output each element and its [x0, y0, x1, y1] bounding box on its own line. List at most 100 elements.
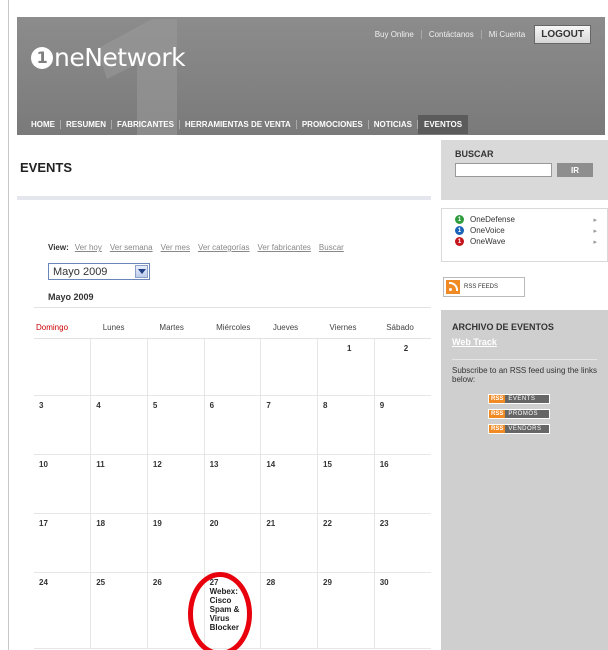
- top-links: Buy Online Contáctanos Mi Cuenta LOGOUT: [368, 25, 591, 44]
- nav-eventos[interactable]: EVENTOS: [417, 114, 469, 134]
- rss-feeds-label: RSS FEEDS: [464, 284, 499, 290]
- calendar-day[interactable]: 7: [260, 395, 319, 455]
- site-header: 1 neNetwork Buy Online Contáctanos Mi Cu…: [17, 17, 605, 135]
- subscribe-text: Subscribe to an RSS feed using the links…: [452, 366, 597, 384]
- view-bar: View: Ver hoy Ver semana Ver mes Ver cat…: [48, 243, 352, 252]
- sidebar: BUSCAR IR 1 OneDefense ▸ 1 OneVoice ▸ 1 …: [441, 140, 608, 650]
- product-onewave[interactable]: 1 OneWave ▸: [442, 236, 607, 247]
- calendar-day[interactable]: 1: [317, 338, 375, 396]
- nav-herramientas[interactable]: HERRAMIENTAS DE VENTA: [180, 119, 297, 129]
- search-link[interactable]: Buscar: [319, 243, 344, 252]
- product-name: OneWave: [470, 237, 506, 246]
- page: 1 neNetwork Buy Online Contáctanos Mi Cu…: [0, 0, 608, 650]
- nav-resumen[interactable]: RESUMEN: [61, 119, 113, 129]
- nav-home[interactable]: HOME: [31, 119, 61, 129]
- calendar-day[interactable]: 25: [90, 572, 148, 649]
- view-today-link[interactable]: Ver hoy: [75, 243, 102, 252]
- calendar-week: 10 11 12 13 14 15 16: [34, 454, 431, 514]
- archive-divider: [452, 359, 597, 360]
- main-nav: HOME RESUMEN FABRICANTES HERRAMIENTAS DE…: [17, 113, 605, 135]
- left-border: [8, 0, 9, 650]
- month-select[interactable]: Mayo 2009: [48, 263, 150, 280]
- rss-vendors-feed[interactable]: RSS VENDORS: [488, 424, 550, 434]
- calendar-day[interactable]: 16: [374, 454, 431, 514]
- rss-feeds-button[interactable]: RSS FEEDS: [443, 277, 525, 297]
- rss-badge: RSS: [489, 395, 506, 403]
- calendar-day[interactable]: 30: [374, 572, 431, 649]
- weekday-sunday: Domingo: [34, 318, 91, 339]
- view-week-link[interactable]: Ver semana: [110, 243, 153, 252]
- view-vendors-link[interactable]: Ver fabricantes: [258, 243, 311, 252]
- calendar-day[interactable]: 20: [204, 513, 262, 573]
- calendar-day-event[interactable]: 27 Webex: Cisco Spam & Virus Blocker: [204, 572, 262, 649]
- feed-label: EVENTS: [508, 396, 536, 402]
- rss-badge: RSS: [489, 425, 506, 433]
- search-label: BUSCAR: [455, 149, 494, 159]
- calendar-grid: Domingo Lunes Martes Miércoles Jueves Vi…: [34, 318, 431, 649]
- archive-title: ARCHIVO DE EVENTOS: [452, 322, 554, 332]
- calendar-week: 24 25 26 27 Webex: Cisco Spam & Virus Bl…: [34, 572, 431, 649]
- calendar-day[interactable]: 8: [317, 395, 375, 455]
- nav-promociones[interactable]: PROMOCIONES: [297, 119, 369, 129]
- calendar-week: 1 2: [34, 338, 431, 396]
- calendar-day[interactable]: 21: [260, 513, 319, 573]
- month-divider: [34, 307, 431, 308]
- product-onevoice[interactable]: 1 OneVoice ▸: [442, 225, 607, 236]
- calendar-day[interactable]: 18: [90, 513, 148, 573]
- view-month-link[interactable]: Ver mes: [161, 243, 190, 252]
- calendar-day[interactable]: 29: [317, 572, 375, 649]
- calendar-day[interactable]: 22: [317, 513, 375, 573]
- calendar-day[interactable]: 10: [34, 454, 92, 514]
- rss-events-feed[interactable]: RSS EVENTS: [488, 394, 550, 404]
- calendar-day[interactable]: 2: [374, 338, 431, 396]
- calendar-day: [34, 338, 92, 396]
- rss-promos-feed[interactable]: RSS PROMOS: [488, 409, 550, 419]
- rss-icon: [446, 280, 460, 294]
- view-categories-link[interactable]: Ver categorías: [198, 243, 250, 252]
- calendar-day[interactable]: 9: [374, 395, 431, 455]
- calendar-day[interactable]: 13: [204, 454, 262, 514]
- product-list: 1 OneDefense ▸ 1 OneVoice ▸ 1 OneWave ▸: [441, 208, 608, 262]
- logo-one-icon: 1: [31, 46, 53, 69]
- calendar-day[interactable]: 4: [90, 395, 148, 455]
- chevron-down-icon[interactable]: [135, 265, 148, 278]
- calendar-day[interactable]: 15: [317, 454, 375, 514]
- event-archive-panel: ARCHIVO DE EVENTOS Web Track Subscribe t…: [441, 310, 608, 650]
- rss-badge: RSS: [489, 410, 506, 418]
- onenetwork-logo[interactable]: 1 neNetwork: [31, 43, 186, 72]
- nav-fabricantes[interactable]: FABRICANTES: [112, 119, 180, 129]
- logout-button[interactable]: LOGOUT: [534, 25, 591, 44]
- calendar-day[interactable]: 6: [204, 395, 262, 455]
- search-input[interactable]: [455, 163, 552, 177]
- calendar-day[interactable]: 5: [147, 395, 205, 455]
- product-onedefense[interactable]: 1 OneDefense ▸: [442, 214, 607, 225]
- calendar-day[interactable]: 12: [147, 454, 205, 514]
- weekday-wednesday: Miércoles: [204, 318, 261, 339]
- view-label: View:: [48, 243, 69, 252]
- product-name: OneDefense: [470, 215, 515, 224]
- weekday-tuesday: Martes: [147, 318, 205, 339]
- calendar-day: [204, 338, 262, 396]
- nav-noticias[interactable]: NOTICIAS: [369, 119, 418, 129]
- product-name: OneVoice: [470, 226, 505, 235]
- calendar-day[interactable]: 14: [260, 454, 319, 514]
- event-day-number: 27: [209, 577, 219, 587]
- contact-link[interactable]: Contáctanos: [422, 30, 482, 39]
- calendar-day[interactable]: 19: [147, 513, 205, 573]
- my-account-link[interactable]: Mi Cuenta: [482, 30, 532, 39]
- chevron-right-icon: ▸: [593, 227, 597, 235]
- calendar-day[interactable]: 26: [147, 572, 205, 649]
- search-button[interactable]: IR: [557, 163, 593, 177]
- calendar-day[interactable]: 11: [90, 454, 148, 514]
- calendar-day[interactable]: 3: [34, 395, 92, 455]
- calendar-day[interactable]: 24: [34, 572, 92, 649]
- calendar-day[interactable]: 23: [374, 513, 431, 573]
- event-link[interactable]: Webex: Cisco Spam & Virus Blocker: [210, 587, 246, 632]
- calendar-day: [90, 338, 148, 396]
- web-track-link[interactable]: Web Track: [452, 337, 497, 347]
- calendar-day[interactable]: 17: [34, 513, 92, 573]
- calendar-day[interactable]: 28: [260, 572, 319, 649]
- title-divider: [17, 196, 431, 200]
- buy-online-link[interactable]: Buy Online: [368, 30, 422, 39]
- weekday-thursday: Jueves: [260, 318, 318, 339]
